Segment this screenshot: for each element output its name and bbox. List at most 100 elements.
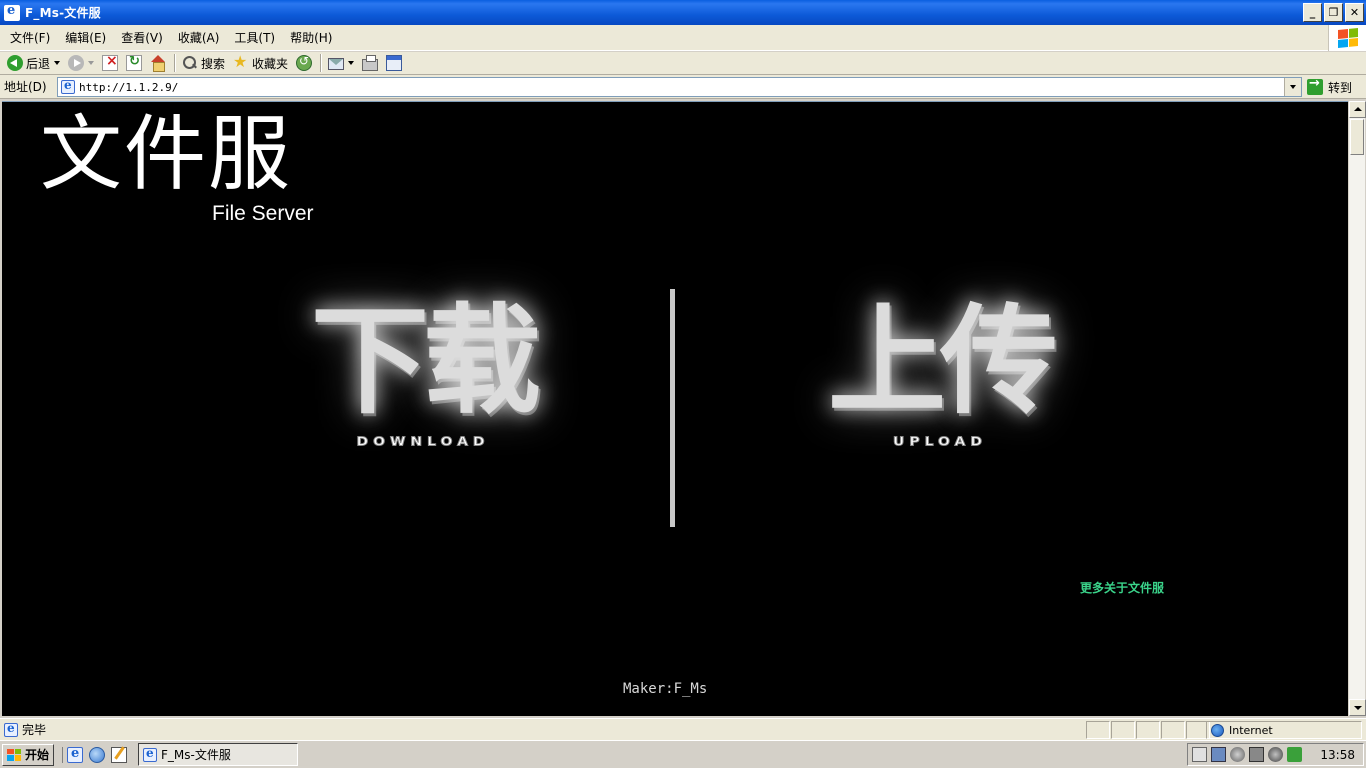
task-label: F_Ms-文件服 <box>161 748 231 762</box>
volume-icon[interactable] <box>1268 747 1284 762</box>
star-icon <box>233 52 249 71</box>
status-text: 完毕 <box>22 723 47 737</box>
window-controls: _ ❐ ✕ <box>1303 3 1364 22</box>
download-title[interactable]: 下载 <box>278 302 568 420</box>
ie-app-icon[interactable] <box>4 3 20 21</box>
upload-title[interactable]: 上传 <box>800 302 1080 420</box>
menu-view[interactable]: 查看(V) <box>115 29 169 46</box>
menu-edit[interactable]: 编辑(E) <box>59 29 112 46</box>
stop-button[interactable] <box>99 53 121 73</box>
menu-bar: 文件(F) 编辑(E) 查看(V) 收藏(A) 工具(T) 帮助(H) <box>0 25 1366 51</box>
home-button[interactable] <box>147 53 169 73</box>
standard-toolbar: 后退 搜索 收藏夹 <box>0 52 1366 75</box>
favorites-label: 收藏夹 <box>252 56 289 71</box>
edit-button[interactable] <box>383 53 405 73</box>
restore-button[interactable]: ❐ <box>1324 3 1343 22</box>
page-content: 文件服 File Server 下载 DOWNLOAD 上传 UPLOAD 更多… <box>2 101 1348 716</box>
history-button[interactable] <box>293 53 315 73</box>
search-label: 搜索 <box>201 56 226 71</box>
edit-icon <box>386 55 403 71</box>
home-icon <box>150 55 166 72</box>
status-panels <box>1086 721 1211 739</box>
address-bar: 地址(D) http://1.1.2.9/ 转到 <box>0 75 1366 99</box>
close-button[interactable]: ✕ <box>1345 3 1364 22</box>
windows-logo <box>1328 25 1366 51</box>
site-subtitle: File Server <box>212 202 314 225</box>
center-divider <box>670 289 675 527</box>
menu-favorites[interactable]: 收藏(A) <box>172 29 226 46</box>
back-label: 后退 <box>26 56 51 71</box>
update-icon[interactable] <box>1287 747 1303 762</box>
download-link[interactable]: 下载 DOWNLOAD <box>278 302 568 450</box>
taskbar: 开始 F_Ms-文件服 13:58 <box>0 740 1366 768</box>
upload-link[interactable]: 上传 UPLOAD <box>800 302 1080 450</box>
page-icon <box>61 78 75 94</box>
window-title-bar[interactable]: F_Ms-文件服 _ ❐ ✕ <box>0 0 1366 25</box>
site-title: 文件服 <box>40 107 293 202</box>
toolbar-separator <box>320 54 323 72</box>
toolbar-separator <box>174 54 177 72</box>
upload-subtitle[interactable]: UPLOAD <box>800 434 1080 449</box>
keyboard-icon[interactable] <box>1192 747 1208 762</box>
menu-tools[interactable]: 工具(T) <box>228 29 281 46</box>
stop-icon <box>102 53 119 71</box>
favorites-button[interactable]: 收藏夹 <box>230 52 291 73</box>
minimize-button[interactable]: _ <box>1303 3 1322 22</box>
globe-icon <box>1211 723 1224 737</box>
ie-quicklaunch-icon[interactable] <box>67 746 84 763</box>
start-label: 开始 <box>25 748 50 762</box>
print-button[interactable] <box>359 53 381 73</box>
settings-icon[interactable] <box>1230 747 1246 762</box>
go-arrow-icon <box>1307 76 1323 95</box>
page-done-icon <box>4 721 18 737</box>
scroll-thumb[interactable] <box>1350 119 1364 155</box>
vertical-scrollbar[interactable] <box>1348 101 1366 716</box>
search-icon <box>182 55 198 71</box>
mail-icon <box>328 58 345 70</box>
address-url[interactable]: http://1.1.2.9/ <box>79 81 178 94</box>
back-dropdown-icon[interactable] <box>54 61 61 65</box>
menu-help[interactable]: 帮助(H) <box>284 29 338 46</box>
back-arrow-icon <box>7 55 23 71</box>
status-panel <box>1086 721 1110 739</box>
refresh-button[interactable] <box>123 53 145 73</box>
windows-flag-icon <box>1337 27 1358 49</box>
print-icon <box>362 54 379 71</box>
start-button[interactable]: 开始 <box>2 743 55 766</box>
security-zone[interactable]: Internet <box>1206 721 1362 739</box>
mail-dropdown-icon[interactable] <box>348 61 355 65</box>
forward-button[interactable] <box>65 53 97 73</box>
go-button[interactable]: 转到 <box>1307 76 1353 97</box>
back-button[interactable]: 后退 <box>4 53 63 73</box>
go-label: 转到 <box>1328 80 1353 95</box>
forward-dropdown-icon[interactable] <box>88 61 95 65</box>
status-panel <box>1111 721 1135 739</box>
mail-button[interactable] <box>325 53 357 73</box>
menu-file[interactable]: 文件(F) <box>4 29 56 46</box>
address-input[interactable]: http://1.1.2.9/ <box>57 77 1302 97</box>
window-title: F_Ms-文件服 <box>25 6 101 20</box>
address-dropdown-button[interactable] <box>1284 78 1301 96</box>
maker-credit: Maker:F_Ms <box>623 681 708 697</box>
taskbar-window-button[interactable]: F_Ms-文件服 <box>138 743 298 766</box>
status-bar: 完毕 Internet <box>0 718 1366 740</box>
history-icon <box>296 54 313 71</box>
status-panel <box>1161 721 1185 739</box>
scroll-down-button[interactable] <box>1349 699 1366 716</box>
search-button[interactable]: 搜索 <box>179 53 228 73</box>
scroll-up-button[interactable] <box>1349 101 1366 118</box>
more-about-link[interactable]: 更多关于文件服 <box>1080 579 1164 596</box>
network-icon[interactable] <box>1211 747 1227 762</box>
ie-task-icon <box>143 746 157 762</box>
address-label: 地址(D) <box>4 80 47 94</box>
zone-label: Internet <box>1229 723 1273 737</box>
notepad-icon[interactable] <box>111 746 128 763</box>
forward-arrow-icon <box>68 55 85 71</box>
clock[interactable]: 13:58 <box>1320 748 1355 762</box>
download-subtitle[interactable]: DOWNLOAD <box>278 434 568 449</box>
chevron-down-icon <box>1290 85 1296 89</box>
windows-flag-icon <box>7 748 21 761</box>
vm-icon[interactable] <box>1249 747 1265 762</box>
quick-launch <box>62 746 128 763</box>
show-desktop-icon[interactable] <box>89 746 106 763</box>
